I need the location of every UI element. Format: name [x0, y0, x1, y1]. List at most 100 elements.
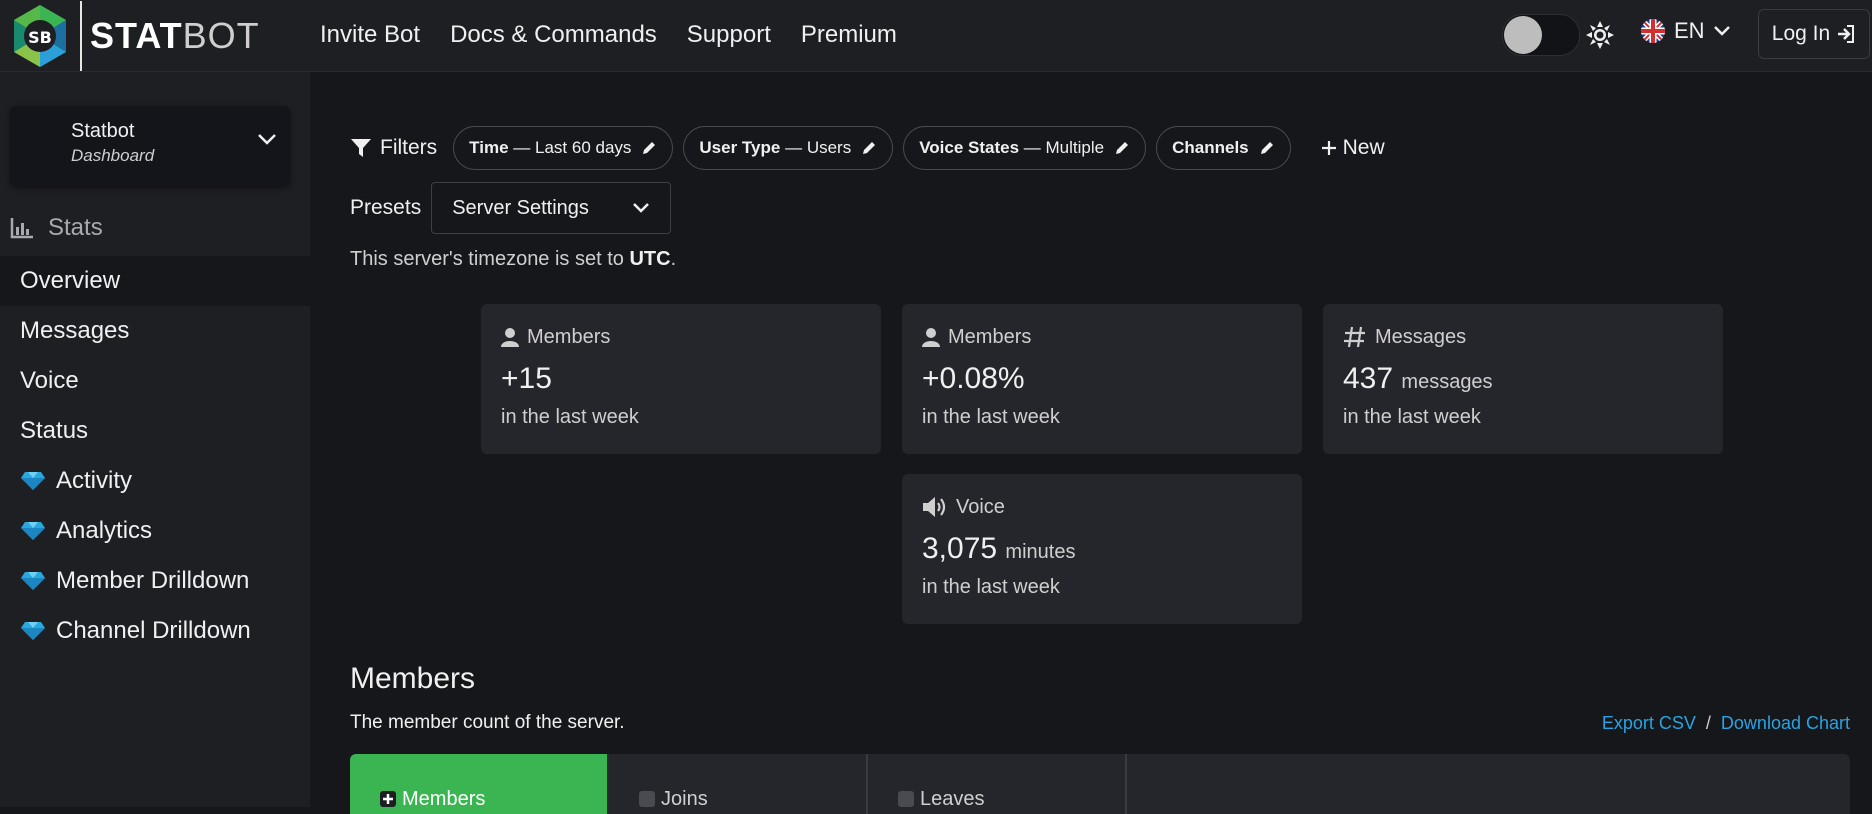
uk-flag-icon	[1641, 19, 1665, 43]
main-nav: Invite Bot Docs & Commands Support Premi…	[320, 0, 897, 70]
members-chart-tabs: Members Joins Leaves	[350, 754, 1850, 814]
sidebar-item-label: Analytics	[56, 517, 153, 544]
members-section-title: Members	[350, 662, 476, 695]
main-content: Filters Time — Last 60 days User Type — …	[310, 72, 1872, 814]
sidebar-item-activity[interactable]: Activity	[0, 456, 310, 506]
card-value: 437	[1343, 362, 1394, 395]
logo-badge-text: SB	[28, 28, 52, 47]
sun-icon	[1586, 21, 1614, 49]
filter-pill-time[interactable]: Time — Last 60 days	[453, 126, 674, 170]
filter-pill-user-type[interactable]: User Type — Users	[683, 126, 894, 170]
presets-select[interactable]: Server Settings	[431, 182, 672, 234]
logo-hexagon-icon: SB	[14, 4, 66, 67]
login-label: Log In	[1771, 22, 1831, 45]
stats-heading: Stats	[10, 214, 103, 242]
tab-joins[interactable]: Joins	[609, 754, 868, 814]
sidebar-item-label: Channel Drilldown	[56, 617, 251, 644]
dashboard-selector[interactable]: Statbot Dashboard	[10, 106, 290, 186]
nav-premium[interactable]: Premium	[801, 21, 897, 49]
checkbox-icon	[898, 791, 914, 807]
members-section-subtitle: The member count of the server.	[350, 712, 625, 733]
chevron-down-icon	[633, 203, 650, 213]
new-filter-button[interactable]: New	[1321, 136, 1385, 160]
premium-gem-icon	[20, 521, 46, 541]
sidebar-item-label: Activity	[56, 467, 133, 494]
theme-toggle[interactable]	[1480, 14, 1614, 56]
language-selector[interactable]: EN	[1640, 18, 1731, 44]
card-footer: in the last week	[922, 406, 1060, 428]
premium-gem-icon	[20, 621, 46, 641]
dashboard-title: Statbot	[71, 120, 135, 142]
plus-icon	[1321, 141, 1336, 155]
premium-gem-icon	[20, 471, 46, 491]
bar-chart-icon	[10, 218, 33, 239]
export-csv-link[interactable]: Export CSV	[1602, 713, 1696, 734]
pencil-icon	[643, 142, 656, 154]
stat-card-members-count: Members +15 in the last week	[481, 304, 881, 454]
toggle-knob	[1504, 16, 1542, 54]
stat-card-voice: Voice 3,075 minutes in the last week	[902, 474, 1302, 624]
filter-pill-voice-states[interactable]: Voice States — Multiple	[903, 126, 1147, 170]
tab-label: Members	[402, 788, 486, 810]
chevron-down-icon	[258, 134, 276, 145]
export-separator: /	[1705, 713, 1711, 733]
filters-bar: Filters Time — Last 60 days User Type — …	[350, 126, 1385, 170]
top-navbar: SB STATBOT Invite Bot Docs & Commands Su…	[0, 0, 1872, 72]
presets-selected-value: Server Settings	[452, 196, 589, 219]
moon-icon	[1483, 26, 1492, 44]
tab-leaves[interactable]: Leaves	[868, 754, 1127, 814]
card-footer: in the last week	[1343, 406, 1481, 428]
filters-label: Filters	[350, 136, 437, 160]
logo-divider	[80, 0, 82, 71]
card-value: +15	[501, 362, 552, 395]
logo-wordmark: STATBOT	[90, 14, 260, 56]
card-footer: in the last week	[501, 406, 639, 428]
nav-invite-bot[interactable]: Invite Bot	[320, 21, 420, 49]
sidebar-item-analytics[interactable]: Analytics	[0, 506, 310, 556]
checkbox-checked-icon	[380, 791, 396, 807]
presets-label: Presets	[350, 196, 422, 219]
card-value: 3,075	[922, 532, 998, 565]
nav-support[interactable]: Support	[687, 21, 771, 49]
statbot-logo[interactable]: SB STATBOT	[8, 0, 260, 71]
card-title: Messages	[1375, 325, 1467, 348]
sidebar-item-status[interactable]: Status	[0, 406, 310, 456]
sidebar-item-label: Voice	[20, 367, 79, 394]
speaker-icon	[923, 497, 946, 517]
tab-members[interactable]: Members	[350, 754, 609, 814]
sidebar: Statbot Dashboard Stats Overview Message…	[0, 72, 310, 807]
pencil-icon	[863, 142, 876, 154]
sidebar-item-voice[interactable]: Voice	[0, 356, 310, 406]
chevron-down-icon	[1713, 26, 1730, 36]
stat-card-members-percent: Members +0.08% in the last week	[902, 304, 1302, 454]
hash-icon	[1344, 326, 1365, 348]
sidebar-item-channel-drilldown[interactable]: Channel Drilldown	[0, 606, 310, 656]
timezone-note: This server's timezone is set to UTC.	[350, 248, 677, 270]
sign-in-icon	[1838, 25, 1855, 43]
filter-pill-channels[interactable]: Channels	[1156, 126, 1291, 170]
user-icon	[501, 328, 519, 347]
nav-docs-commands[interactable]: Docs & Commands	[450, 21, 657, 49]
sidebar-item-messages[interactable]: Messages	[0, 306, 310, 356]
filter-icon	[351, 139, 371, 157]
sidebar-item-label: Overview	[20, 267, 121, 294]
sidebar-item-label: Status	[20, 417, 89, 444]
stat-card-messages: Messages 437 messages in the last week	[1323, 304, 1723, 454]
card-unit: minutes	[1005, 541, 1076, 563]
tab-label: Leaves	[920, 788, 985, 810]
presets-row: Presets Server Settings	[350, 182, 672, 234]
tab-label: Joins	[661, 788, 708, 810]
premium-gem-icon	[20, 571, 46, 591]
stats-heading-label: Stats	[48, 214, 103, 241]
card-unit: messages	[1401, 371, 1493, 393]
sidebar-item-label: Messages	[20, 317, 130, 344]
login-button[interactable]: Log In	[1758, 9, 1870, 59]
dashboard-subtitle: Dashboard	[71, 146, 155, 165]
theme-toggle-switch[interactable]	[1502, 14, 1580, 56]
pencil-icon	[1260, 142, 1273, 154]
sidebar-item-member-drilldown[interactable]: Member Drilldown	[0, 556, 310, 606]
sidebar-item-overview[interactable]: Overview	[0, 256, 310, 306]
download-chart-link[interactable]: Download Chart	[1721, 713, 1850, 734]
export-links: Export CSV / Download Chart	[1602, 713, 1850, 734]
pencil-icon	[1116, 142, 1129, 154]
